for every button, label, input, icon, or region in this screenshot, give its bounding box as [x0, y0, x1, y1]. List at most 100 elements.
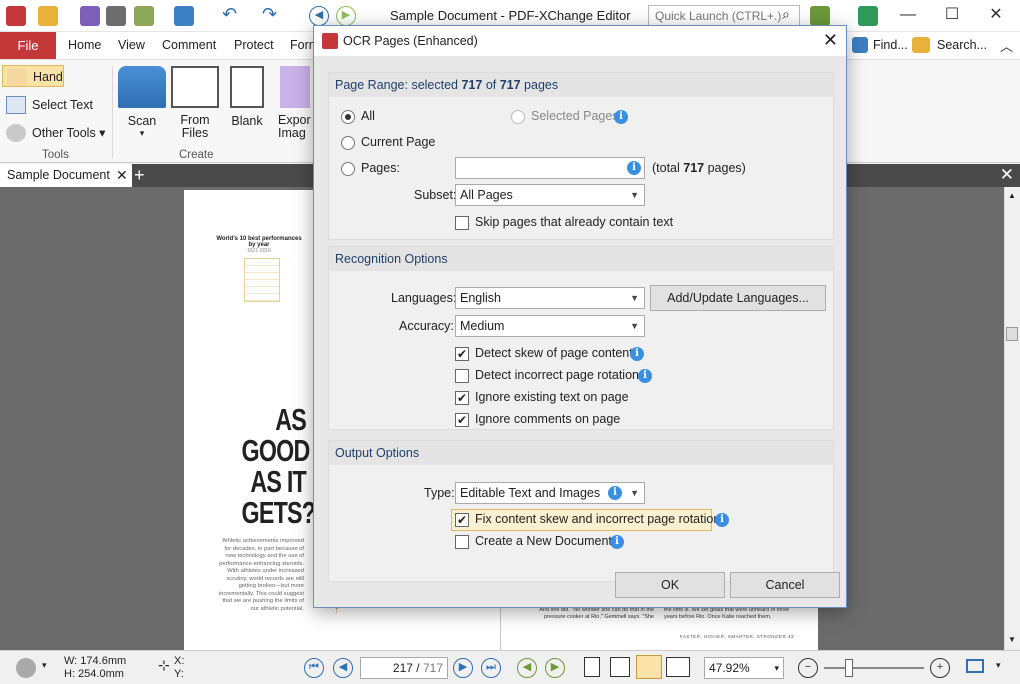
- two-page-icon[interactable]: [636, 655, 662, 679]
- back-icon[interactable]: ◀: [309, 6, 329, 26]
- single-page-icon[interactable]: [584, 657, 600, 677]
- range-all-radio[interactable]: [341, 110, 355, 124]
- scan-label: Scan: [127, 114, 157, 128]
- new-tab-icon[interactable]: +: [134, 164, 145, 186]
- languages-select[interactable]: English ▼: [455, 287, 645, 309]
- ignore-comments-checkbox[interactable]: ✔: [455, 413, 469, 427]
- last-page-button[interactable]: ⏭: [481, 658, 501, 678]
- output-type-select[interactable]: Editable Text and Images i ▼: [455, 482, 645, 504]
- next-page-button[interactable]: ▶: [453, 658, 473, 678]
- skip-pages-checkbox[interactable]: [455, 216, 469, 230]
- app-logo-icon: [6, 6, 26, 26]
- blank-label: Blank: [231, 114, 263, 128]
- find-icon: [852, 37, 868, 53]
- new-document-info-icon[interactable]: i: [610, 535, 624, 549]
- page-size-readout: W: 174.6mm H: 254.0mm: [64, 655, 127, 680]
- options-icon[interactable]: [810, 6, 830, 26]
- fix-skew-info-icon[interactable]: i: [715, 513, 729, 527]
- first-page-button[interactable]: ⏮: [304, 658, 324, 678]
- zoom-select[interactable]: 47.92% ▾: [704, 657, 784, 679]
- close-tab-icon[interactable]: ✕: [116, 164, 128, 186]
- blank-button[interactable]: Blank: [219, 66, 275, 128]
- view-options-dropdown-icon[interactable]: ▾: [996, 660, 1001, 671]
- prev-view-button[interactable]: ◀: [517, 658, 537, 678]
- select-text-button[interactable]: Select Text: [2, 94, 102, 116]
- hand-tool-button[interactable]: Hand: [2, 65, 64, 87]
- save-icon[interactable]: [80, 6, 100, 26]
- select-text-label: Select Text: [32, 98, 93, 112]
- detect-skew-info-icon[interactable]: i: [630, 347, 644, 361]
- maximize-button[interactable]: ☐: [937, 4, 967, 28]
- vertical-scrollbar[interactable]: ▲ ▼: [1004, 187, 1020, 650]
- document-tab[interactable]: Sample Document: [0, 164, 132, 187]
- selected-pages-info-icon[interactable]: i: [614, 110, 628, 124]
- zoom-in-button[interactable]: +: [930, 658, 950, 678]
- redo-icon[interactable]: ↷: [262, 4, 277, 25]
- scan-button[interactable]: Scan ▾: [114, 66, 170, 139]
- page-body-text: Athletic achievements improved for decad…: [218, 538, 304, 612]
- tab-protect[interactable]: Protect: [234, 38, 274, 52]
- minimize-button[interactable]: —: [893, 4, 923, 28]
- undo-icon[interactable]: ↶: [222, 4, 237, 25]
- open-folder-icon[interactable]: [38, 6, 58, 26]
- zoom-out-button[interactable]: −: [798, 658, 818, 678]
- search-icon[interactable]: ⌕: [782, 6, 790, 23]
- recognition-heading: Recognition Options: [329, 247, 833, 271]
- select-text-icon: [6, 96, 26, 114]
- email-icon[interactable]: [134, 6, 154, 26]
- dialog-close-icon[interactable]: ✕: [823, 30, 838, 51]
- new-document-checkbox[interactable]: [455, 535, 469, 549]
- scan-icon[interactable]: [174, 6, 194, 26]
- detect-rotation-checkbox[interactable]: [455, 369, 469, 383]
- scrollbar-thumb[interactable]: [1006, 327, 1018, 341]
- detect-skew-checkbox[interactable]: ✔: [455, 347, 469, 361]
- detect-rotation-info-icon[interactable]: i: [638, 369, 652, 383]
- export-images-button[interactable]: Expor Imag: [278, 66, 312, 140]
- range-pages-radio[interactable]: [341, 162, 355, 176]
- two-page-continuous-icon[interactable]: [666, 657, 690, 677]
- settings-gear-icon[interactable]: [16, 658, 36, 678]
- range-selected-pages-radio[interactable]: [511, 110, 525, 124]
- page-number-input[interactable]: 217 / 717: [360, 657, 448, 679]
- zoom-slider[interactable]: [824, 667, 924, 669]
- zoom-slider-thumb[interactable]: [845, 659, 853, 677]
- fit-page-icon[interactable]: [966, 659, 984, 673]
- ok-button[interactable]: OK: [615, 572, 725, 598]
- fullscreen-icon[interactable]: [858, 6, 878, 26]
- fix-skew-checkbox[interactable]: ✔: [455, 513, 469, 527]
- dialog-title-bar[interactable]: OCR Pages (Enhanced) ✕: [314, 26, 846, 56]
- output-type-info-icon[interactable]: i: [608, 486, 622, 500]
- tab-comment[interactable]: Comment: [162, 38, 216, 52]
- other-tools-button[interactable]: Other Tools ▾: [2, 122, 110, 144]
- print-icon[interactable]: [106, 6, 126, 26]
- close-window-button[interactable]: ✕: [981, 4, 1011, 28]
- range-current-page-radio[interactable]: [341, 136, 355, 150]
- search-button[interactable]: Search...: [937, 38, 987, 52]
- find-button[interactable]: Find...: [873, 38, 908, 52]
- cancel-button[interactable]: Cancel: [730, 572, 840, 598]
- pages-info-icon[interactable]: i: [627, 161, 641, 175]
- subset-select[interactable]: All Pages ▼: [455, 184, 645, 206]
- next-view-button[interactable]: ▶: [545, 658, 565, 678]
- quick-launch-input[interactable]: Quick Launch (CTRL+.): [648, 5, 800, 27]
- settings-dropdown-icon[interactable]: ▾: [42, 660, 47, 671]
- pages-input[interactable]: [455, 157, 645, 179]
- accuracy-select[interactable]: Medium ▼: [455, 315, 645, 337]
- from-files-button[interactable]: From Files: [167, 66, 223, 140]
- collapse-ribbon-icon[interactable]: ︿: [1000, 36, 1013, 55]
- forward-icon[interactable]: ▶: [336, 6, 356, 26]
- ocr-dialog: OCR Pages (Enhanced) ✕ Page Range: selec…: [313, 25, 847, 608]
- add-update-languages-button[interactable]: Add/Update Languages...: [650, 285, 826, 311]
- scanner-icon: [118, 66, 166, 108]
- tab-home[interactable]: Home: [68, 38, 101, 52]
- tab-view[interactable]: View: [118, 38, 145, 52]
- from-files-icon: [171, 66, 219, 108]
- tools-group-label: Tools: [42, 149, 69, 161]
- continuous-page-icon[interactable]: [610, 657, 630, 677]
- ignore-existing-text-label: Ignore existing text on page: [475, 390, 629, 404]
- close-documents-icon[interactable]: ✕: [1000, 164, 1014, 186]
- ignore-existing-text-checkbox[interactable]: ✔: [455, 391, 469, 405]
- tab-file[interactable]: File: [0, 32, 56, 59]
- create-group-label: Create: [179, 149, 214, 161]
- previous-page-button[interactable]: ◀: [333, 658, 353, 678]
